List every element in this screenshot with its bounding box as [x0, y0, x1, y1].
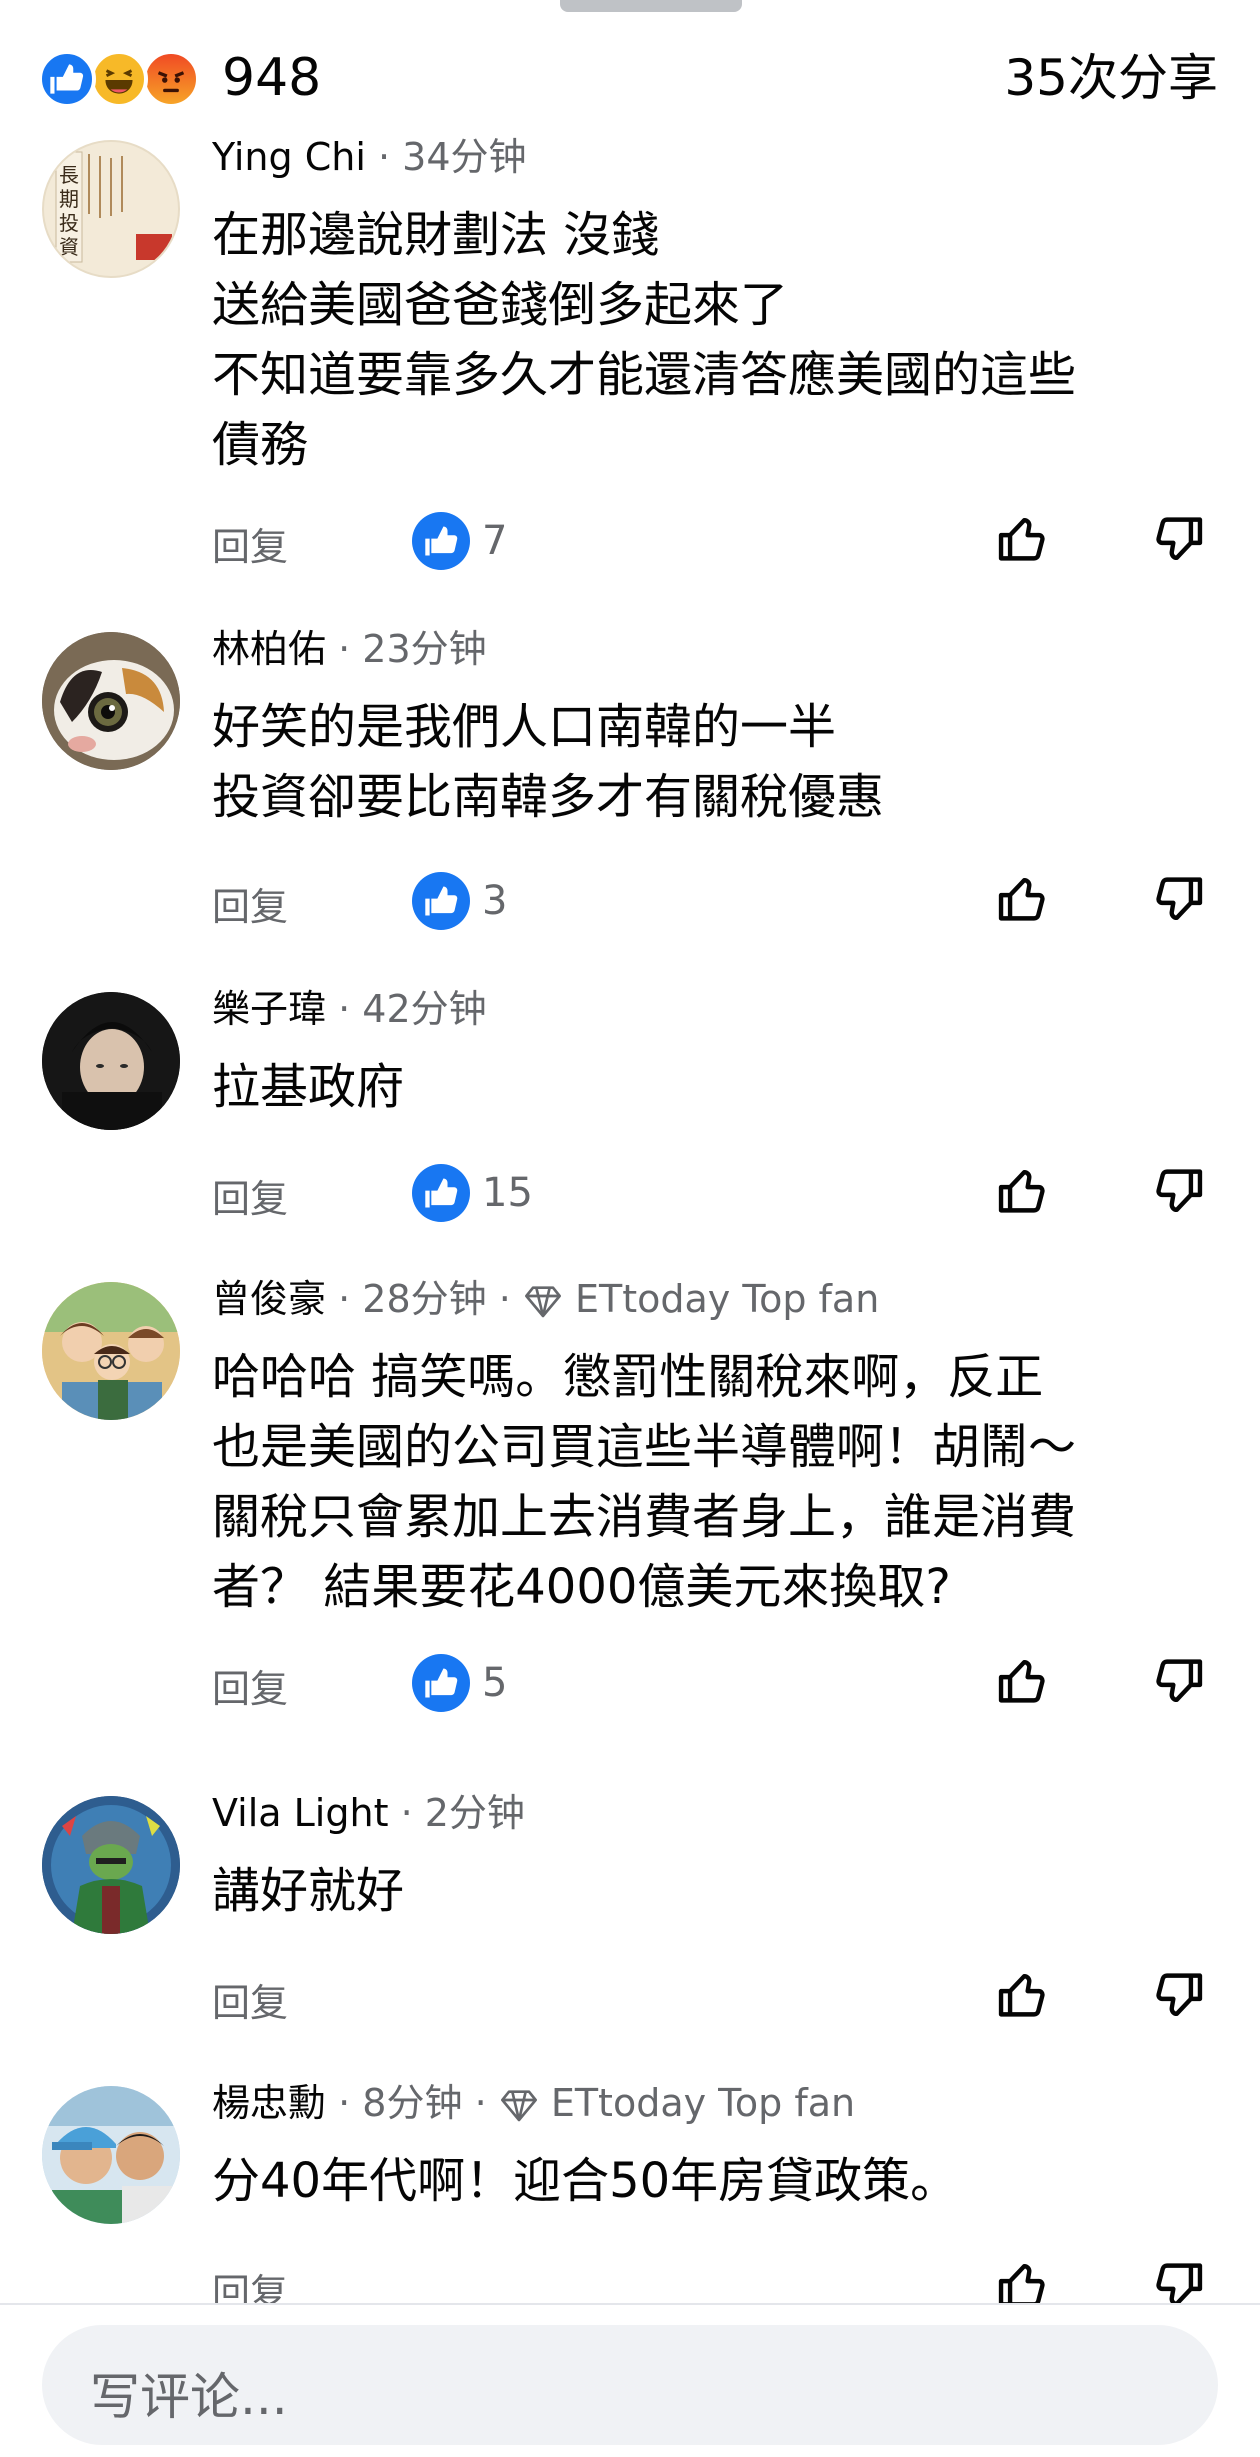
comment-author[interactable]: 楊忠勳: [212, 2081, 326, 2125]
like-count: 3: [482, 878, 508, 924]
share-count[interactable]: 35次分享: [1004, 46, 1218, 110]
comment-line: 講好就好: [212, 1863, 405, 1919]
comment-input[interactable]: 写评论...: [42, 2325, 1218, 2445]
thumbs-down-icon[interactable]: [1147, 868, 1209, 930]
avatar[interactable]: 長 期 投 資: [42, 140, 180, 278]
thumbs-up-icon[interactable]: [992, 1964, 1054, 2026]
comment-text: 哈哈哈 搞笑嗎。懲罰性關稅來啊，反正 也是美國的公司買這些半導體啊！胡鬧～ 關稅…: [212, 1342, 1222, 1622]
like-count: 15: [482, 1170, 533, 1216]
comment-author[interactable]: 林柏佑: [212, 627, 326, 671]
like-count: 7: [482, 518, 508, 564]
comment-line: 債務: [212, 417, 309, 473]
avatar[interactable]: [42, 632, 180, 770]
comment-line: 送給美國爸爸錢倒多起來了: [212, 277, 789, 333]
comment-author[interactable]: 樂子瑋: [212, 987, 326, 1031]
drag-handle[interactable]: [560, 0, 742, 12]
comment-line: 拉基政府: [212, 1059, 405, 1115]
comment-author[interactable]: 曾俊豪: [212, 1277, 326, 1321]
diamond-icon: [499, 2084, 539, 2134]
comment-actions: 回复 15: [212, 1160, 1222, 1230]
comment-line: 好笑的是我們人口南韓的一半: [212, 699, 837, 755]
comment-text: 講好就好: [212, 1856, 1222, 1926]
separator-dot: ·: [474, 2081, 499, 2125]
comment-line: 在那邊說財劃法 沒錢: [212, 207, 660, 263]
thumbs-down-icon[interactable]: [1147, 1650, 1209, 1712]
comment-composer: 写评论...: [0, 2303, 1260, 2457]
reply-button[interactable]: 回复: [212, 1168, 288, 1223]
comment-author[interactable]: Ying Chi: [212, 135, 366, 179]
separator-dot: ·: [338, 627, 363, 671]
avatar-char-4: 資: [59, 235, 79, 259]
like-badge-icon[interactable]: [412, 512, 470, 570]
reply-button[interactable]: 回复: [212, 1658, 288, 1713]
reply-button[interactable]: 回复: [212, 1972, 288, 2027]
avatar-char-1: 長: [59, 163, 79, 187]
comment-text: 在那邊說財劃法 沒錢 送給美國爸爸錢倒多起來了 不知道要靠多久才能還清答應美國的…: [212, 200, 1222, 480]
angry-icon: [142, 50, 200, 108]
diamond-icon: [523, 1280, 563, 1330]
reply-button[interactable]: 回复: [212, 876, 288, 931]
comment-line: 投資卻要比南韓多才有關稅優惠: [212, 769, 885, 825]
comment-text: 拉基政府: [212, 1052, 1222, 1122]
reply-button[interactable]: 回复: [212, 516, 288, 571]
comment-actions: 回复 3: [212, 868, 1222, 938]
comment-meta: 樂子瑋 · 42分钟: [212, 984, 487, 1034]
comment-time[interactable]: 2分钟: [425, 1791, 525, 1835]
comment-actions: 回复 5: [212, 1650, 1222, 1720]
avatar-char-3: 投: [59, 211, 79, 235]
thumbs-down-icon[interactable]: [1147, 1964, 1209, 2026]
avatar[interactable]: [42, 1796, 180, 1934]
comment-meta: Vila Light · 2分钟: [212, 1788, 525, 1838]
thumbs-up-icon[interactable]: [992, 1650, 1054, 1712]
avatar[interactable]: [42, 1282, 180, 1420]
comment-time[interactable]: 8分钟: [362, 2081, 462, 2125]
comment-line: 不知道要靠多久才能還清答應美國的這些: [212, 347, 1077, 403]
thumbs-up-icon[interactable]: [992, 1160, 1054, 1222]
separator-dot: ·: [338, 987, 363, 1031]
reactions-header: 948 35次分享: [38, 42, 1218, 114]
comment-line: 哈哈哈 搞笑嗎。懲罰性關稅來啊，反正: [212, 1349, 1044, 1405]
comment-line: 也是美國的公司買這些半導體啊！胡鬧～: [212, 1419, 1077, 1475]
avatar-char-2: 期: [59, 187, 79, 211]
reaction-count[interactable]: 948: [222, 46, 321, 110]
comment-author[interactable]: Vila Light: [212, 1791, 388, 1835]
comment-time[interactable]: 42分钟: [362, 987, 486, 1031]
comment-meta: Ying Chi · 34分钟: [212, 132, 527, 182]
comment-actions: 回复 7: [212, 508, 1222, 578]
comment-meta: 楊忠勳 · 8分钟 · ETtoday Top fan: [212, 2078, 855, 2134]
comment-input-placeholder: 写评论...: [90, 2368, 288, 2426]
comment-meta: 林柏佑 · 23分钟: [212, 624, 487, 674]
comment-time[interactable]: 34分钟: [402, 135, 526, 179]
separator-dot: ·: [338, 1277, 363, 1321]
comment-time[interactable]: 28分钟: [362, 1277, 486, 1321]
like-count: 5: [482, 1660, 508, 1706]
comment-line: 關稅只會累加上去消費者身上，誰是消費: [212, 1489, 1077, 1545]
separator-dot: ·: [400, 1791, 425, 1835]
separator-dot: ·: [377, 135, 403, 179]
comment-line: 者？ 結果要花4000億美元來換取?: [212, 1559, 951, 1615]
haha-icon: [90, 50, 148, 108]
avatar[interactable]: [42, 2086, 180, 2224]
comment-line: 分40年代啊！迎合50年房貸政策。: [212, 2153, 959, 2209]
avatar[interactable]: [42, 992, 180, 1130]
comment-time[interactable]: 23分钟: [362, 627, 486, 671]
top-fan-badge[interactable]: ETtoday Top fan: [551, 2081, 855, 2125]
like-badge-icon[interactable]: [412, 872, 470, 930]
separator-dot: ·: [338, 2081, 363, 2125]
like-badge-icon[interactable]: [412, 1654, 470, 1712]
comment-text: 分40年代啊！迎合50年房貸政策。: [212, 2146, 1222, 2216]
comment-text: 好笑的是我們人口南韓的一半 投資卻要比南韓多才有關稅優惠: [212, 692, 1222, 832]
separator-dot: ·: [498, 1277, 523, 1321]
like-icon: [38, 50, 96, 108]
comment-meta: 曾俊豪 · 28分钟 · ETtoday Top fan: [212, 1274, 879, 1330]
comment-actions: 回复: [212, 1964, 1222, 2034]
thumbs-up-icon[interactable]: [992, 868, 1054, 930]
top-fan-badge[interactable]: ETtoday Top fan: [575, 1277, 879, 1321]
thumbs-up-icon[interactable]: [992, 508, 1054, 570]
thumbs-down-icon[interactable]: [1147, 508, 1209, 570]
thumbs-down-icon[interactable]: [1147, 1160, 1209, 1222]
like-badge-icon[interactable]: [412, 1164, 470, 1222]
